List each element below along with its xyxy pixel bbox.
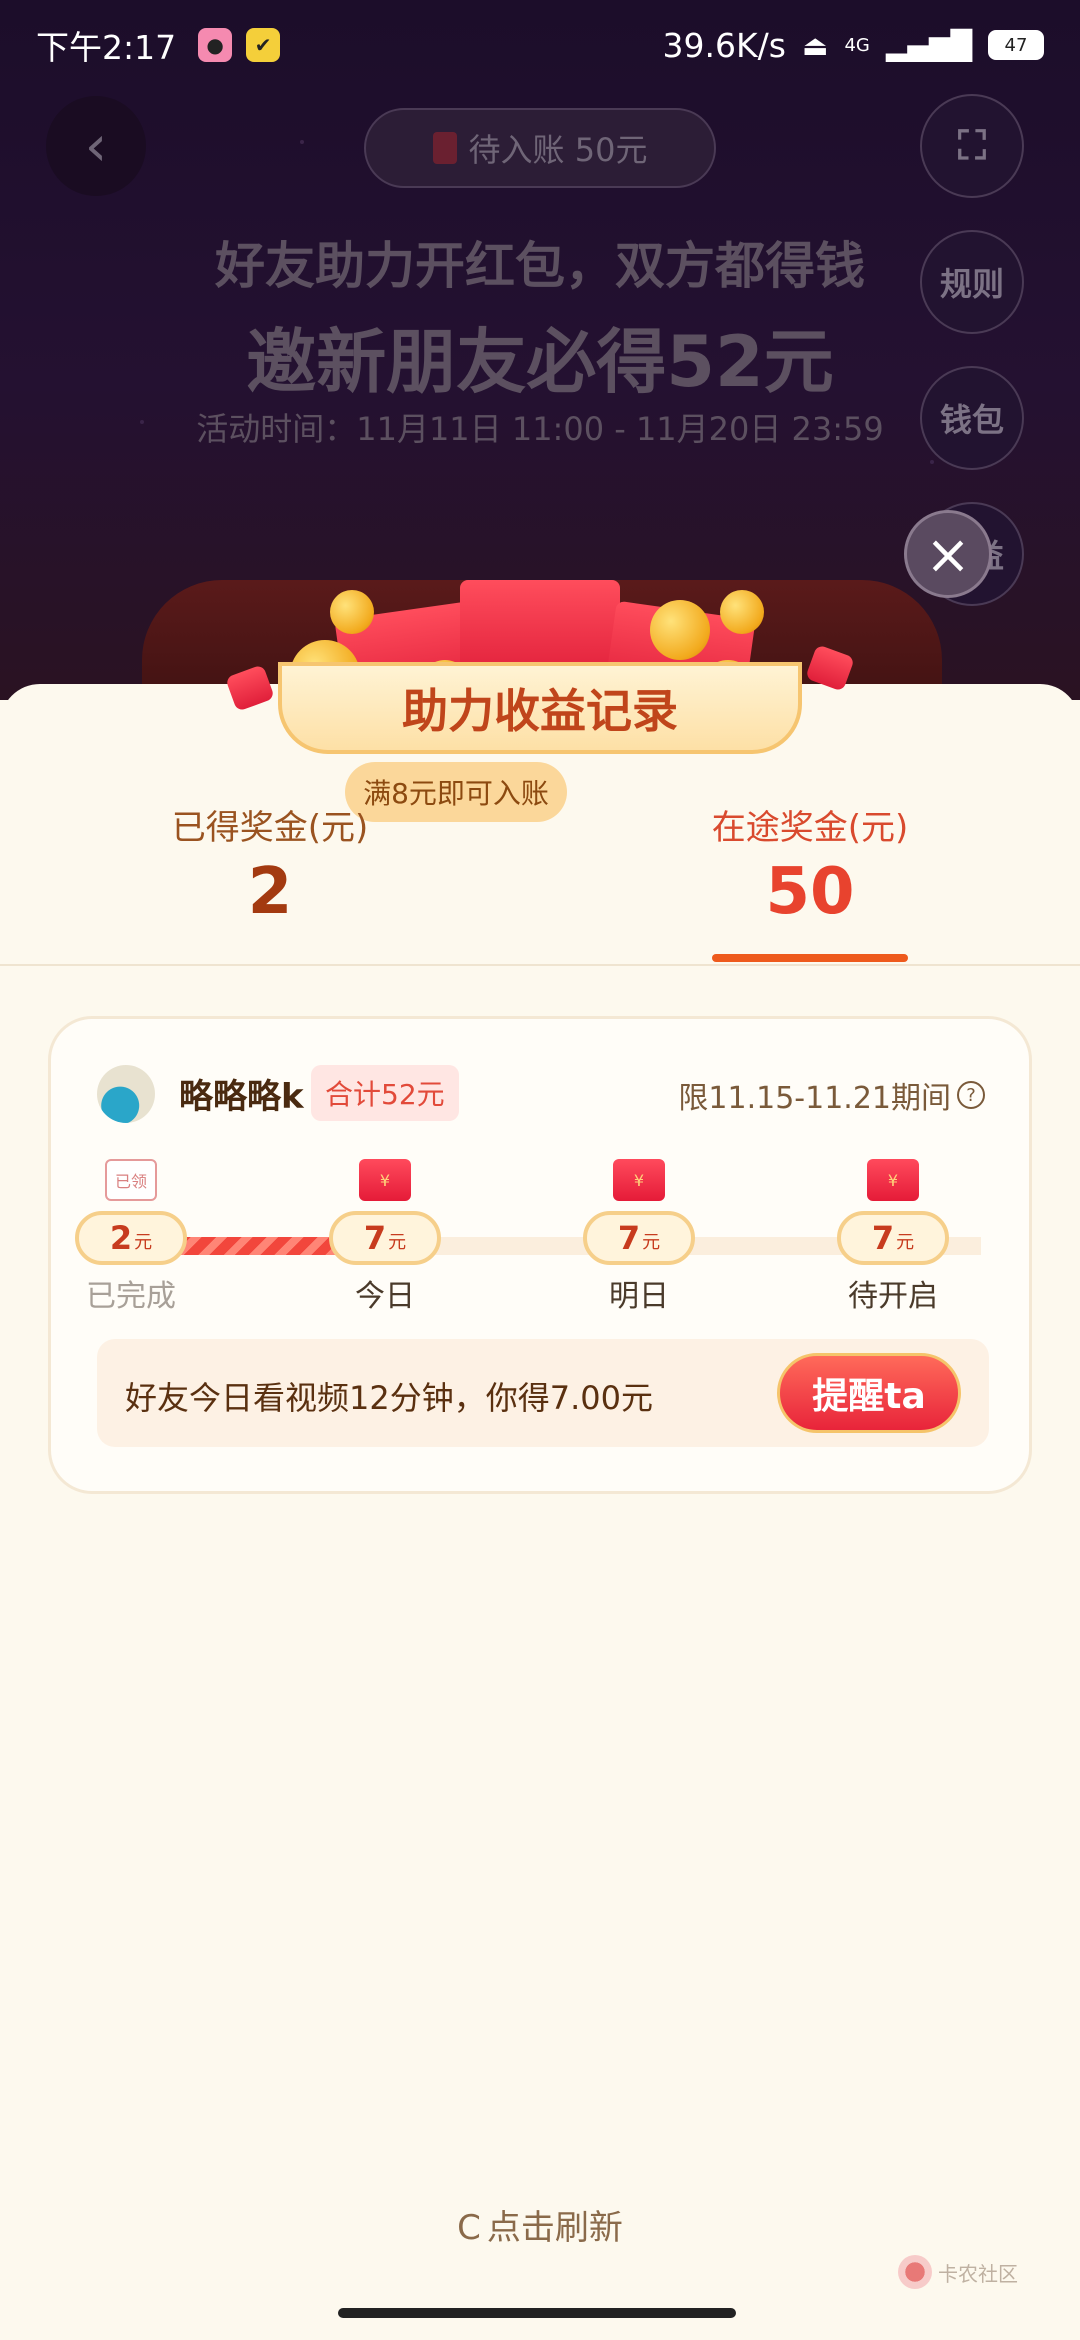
- pending-balance-pill[interactable]: 待入账 50元: [364, 108, 716, 188]
- signal-label: 4G: [844, 34, 870, 56]
- tab-in-transit[interactable]: 在途奖金(元) 50: [690, 800, 930, 929]
- battery-icon: 47: [988, 30, 1044, 60]
- total-badge: 合计52元: [311, 1065, 459, 1121]
- in-transit-value: 50: [765, 855, 855, 929]
- red-envelope-icon: ¥: [359, 1159, 411, 1201]
- friend-card: 略略略k 合计52元 限11.15-11.21期间 ? 已领 2元 已完成 ¥ …: [48, 1016, 1032, 1494]
- earned-value: 2: [247, 855, 293, 929]
- step-amount: 7元: [837, 1211, 949, 1265]
- chevron-left-icon: ‹: [84, 113, 108, 179]
- tab-earned[interactable]: 已得奖金(元) 2: [150, 800, 390, 929]
- earned-label: 已得奖金(元): [171, 808, 369, 848]
- refresh-icon: C: [457, 2208, 481, 2248]
- app-notification-icon: ●: [198, 28, 233, 62]
- sheet-title-text: 助力收益记录: [402, 684, 678, 738]
- status-time: 下午2:17: [36, 28, 177, 67]
- step-amount-value: 7: [363, 1219, 387, 1257]
- activity-time: 活动时间：11月11日 11:00 - 11月20日 23:59: [196, 410, 884, 448]
- shield-icon: ✔: [246, 28, 281, 62]
- step-amount-unit: 元: [134, 1232, 153, 1253]
- avatar[interactable]: [97, 1065, 155, 1123]
- red-envelope-icon: ¥: [867, 1159, 919, 1201]
- home-indicator[interactable]: [338, 2308, 736, 2318]
- step-caption: 今日: [355, 1279, 415, 1314]
- scan-icon: ⛶: [958, 123, 986, 169]
- back-button[interactable]: ‹: [46, 96, 146, 196]
- earnings-sheet: [0, 684, 1080, 2340]
- close-icon: ×: [925, 522, 971, 586]
- step-amount-value: 7: [617, 1219, 641, 1257]
- help-icon[interactable]: ?: [957, 1081, 985, 1109]
- close-button[interactable]: ×: [904, 510, 992, 598]
- refresh-label: 点击刷新: [486, 2208, 623, 2248]
- refresh-button[interactable]: C 点击刷新: [0, 2200, 1080, 2249]
- reward-message-box: 好友今日看视频12分钟，你得7.00元 提醒ta: [97, 1339, 989, 1447]
- period-info[interactable]: 限11.15-11.21期间 ?: [678, 1073, 985, 1117]
- background-headline: 邀新朋友必得52元: [246, 321, 834, 403]
- step-caption: 明日: [609, 1279, 669, 1314]
- in-transit-label: 在途奖金(元): [711, 808, 909, 848]
- step-amount-unit: 元: [896, 1232, 915, 1253]
- reward-message: 好友今日看视频12分钟，你得7.00元: [125, 1379, 653, 1417]
- scan-button[interactable]: ⛶: [920, 94, 1024, 198]
- status-bar: 下午2:17 ● ✔ 39.6K/s ⏏ 4G ▂▄▆█ 47: [0, 0, 1080, 90]
- step-item: 已领 2元 已完成: [71, 1159, 191, 1315]
- network-speed: 39.6K/s: [662, 25, 786, 65]
- active-tab-indicator: [712, 954, 908, 962]
- pending-balance-label: 待入账 50元: [468, 131, 648, 169]
- red-envelope-icon: [432, 132, 457, 164]
- step-item: ¥ 7元 今日: [325, 1159, 445, 1315]
- background-title: 好友助力开红包，双方都得钱: [215, 237, 865, 295]
- step-caption: 已完成: [86, 1279, 176, 1314]
- step-caption: 待开启: [848, 1279, 938, 1314]
- battery-level: 47: [1004, 34, 1028, 56]
- alarm-icon: ⏏: [801, 28, 829, 62]
- step-amount-value: 7: [871, 1219, 895, 1257]
- friend-name: 略略略k: [179, 1077, 304, 1117]
- step-amount: 7元: [583, 1211, 695, 1265]
- claimed-tag: 已领: [105, 1159, 157, 1201]
- step-amount-value: 2: [109, 1219, 133, 1257]
- watermark: 卡农社区: [898, 2250, 1048, 2294]
- step-amount-unit: 元: [642, 1232, 661, 1253]
- step-item: ¥ 7元 明日: [579, 1159, 699, 1315]
- sheet-title: 助力收益记录: [278, 662, 802, 754]
- step-item: ¥ 7元 待开启: [833, 1159, 953, 1315]
- red-envelope-icon: ¥: [613, 1159, 665, 1201]
- watermark-logo-icon: [898, 2255, 932, 2289]
- signal-icon: ▂▄▆█: [885, 28, 972, 62]
- step-amount: 2元: [75, 1211, 187, 1265]
- divider: [0, 964, 1080, 966]
- remind-button[interactable]: 提醒ta: [777, 1353, 961, 1433]
- watermark-text: 卡农社区: [938, 2261, 1018, 2286]
- step-amount-unit: 元: [388, 1232, 407, 1253]
- step-amount: 7元: [329, 1211, 441, 1265]
- period-label: 限11.15-11.21期间: [678, 1081, 951, 1116]
